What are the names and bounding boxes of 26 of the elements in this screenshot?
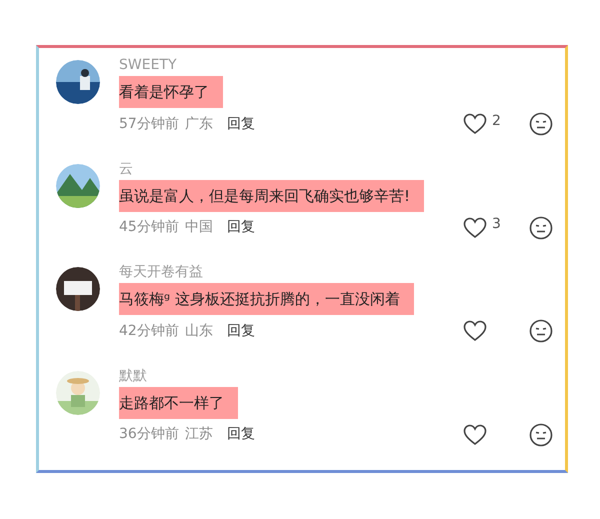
comment-time: 57分钟前 (119, 114, 179, 134)
comment-text: 看着是怀孕了 (119, 76, 223, 108)
like-count: 3 (492, 215, 501, 234)
reply-button[interactable]: 回复 (226, 320, 255, 342)
heart-icon[interactable] (463, 216, 487, 238)
comment-text: 走路都不一样了 (119, 386, 238, 418)
emoji-icon[interactable] (529, 216, 553, 240)
comment-region: 山东 (184, 322, 213, 340)
reply-button[interactable]: 回复 (226, 424, 255, 445)
heart-icon[interactable] (463, 113, 487, 135)
comment-text: 虽说是富人，但是每周来回飞确实也够辛苦! (119, 180, 424, 212)
comment-time: 42分钟前 (119, 322, 179, 340)
comment-region: 江苏 (184, 425, 213, 444)
like-count: 2 (492, 112, 501, 130)
comment-time: 45分钟前 (119, 218, 179, 237)
heart-icon[interactable] (463, 320, 487, 342)
emoji-icon[interactable] (529, 112, 553, 136)
emoji-icon[interactable] (529, 319, 553, 343)
comment-region: 广东 (184, 114, 213, 134)
reply-button[interactable]: 回复 (226, 114, 255, 134)
comment-region: 中国 (184, 218, 213, 237)
reply-button[interactable]: 回复 (226, 217, 255, 238)
heart-icon[interactable] (463, 424, 487, 446)
comment-time: 36分钟前 (119, 425, 179, 444)
emoji-icon[interactable] (529, 422, 553, 446)
comment-text: 马筱梅ᵍ 这身板还挺抗折腾的，一直没闲着 (119, 283, 414, 315)
